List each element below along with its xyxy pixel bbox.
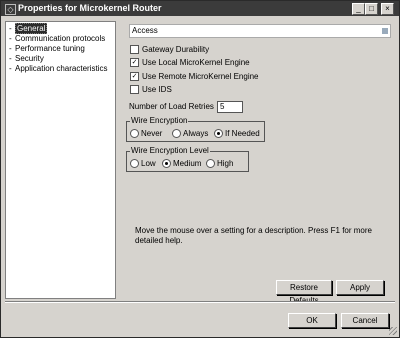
tree-item-security[interactable]: - Security (9, 54, 44, 63)
tree-item-application-characteristics[interactable]: - Application characteristics (9, 64, 107, 73)
radio-circle[interactable] (130, 159, 139, 169)
wire-encryption-never-radio[interactable]: Never (130, 129, 162, 139)
wire-encryption-group: Wire Encryption Never Always If Needed (126, 116, 265, 142)
radio-circle[interactable] (214, 129, 223, 139)
wire-encryption-always-radio[interactable]: Always (172, 129, 208, 139)
radio-circle[interactable] (206, 159, 215, 169)
radio-circle[interactable] (162, 159, 171, 169)
footer-separator (5, 301, 395, 303)
title-bar: ◇ Properties for Microkernel Router _ □ … (1, 1, 399, 16)
tree-item-general[interactable]: - General (9, 23, 48, 34)
cancel-button[interactable]: Cancel (341, 313, 389, 328)
wire-encryption-if-needed-radio[interactable]: If Needed (214, 129, 260, 139)
close-button[interactable]: × (381, 3, 394, 15)
tree-item-performance-tuning[interactable]: - Performance tuning (9, 44, 85, 53)
encryption-level-legend: Wire Encryption Level (130, 146, 210, 155)
section-header: Access (129, 24, 391, 38)
app-icon: ◇ (5, 4, 16, 15)
checkbox-box[interactable]: ✓ (130, 58, 139, 68)
settings-tree: - General - Communication protocols - Perfo… (5, 21, 116, 299)
tree-item-communication-protocols[interactable]: - Communication protocols (9, 34, 105, 43)
encryption-level-high-radio[interactable]: High (206, 159, 233, 169)
load-retries-label: Number of Load Retries (129, 102, 214, 112)
gateway-durability-checkbox[interactable]: Gateway Durability (130, 45, 209, 55)
apply-button[interactable]: Apply (336, 280, 384, 295)
load-retries-input[interactable]: 5 (216, 101, 243, 113)
minimize-button[interactable]: _ (352, 3, 365, 15)
use-remote-engine-checkbox[interactable]: ✓ Use Remote MicroKernel Engine (130, 72, 259, 82)
radio-circle[interactable] (130, 129, 139, 139)
maximize-button[interactable]: □ (365, 3, 378, 15)
section-title: Access (132, 26, 158, 35)
checkbox-box[interactable]: ✓ (130, 72, 139, 82)
ok-button[interactable]: OK (288, 313, 336, 328)
restore-defaults-button[interactable]: Restore Defaults (276, 280, 332, 305)
properties-dialog: ◇ Properties for Microkernel Router _ □ … (0, 0, 400, 338)
window-title: Properties for Microkernel Router (18, 3, 162, 13)
use-local-engine-checkbox[interactable]: ✓ Use Local MicroKernel Engine (130, 58, 250, 68)
checkbox-box[interactable] (130, 85, 139, 95)
resize-grip-icon[interactable] (389, 327, 397, 335)
encryption-level-group: Wire Encryption Level Low Medium High (126, 146, 249, 172)
help-description: Move the mouse over a setting for a desc… (135, 226, 372, 245)
wire-encryption-legend: Wire Encryption (130, 116, 189, 125)
encryption-level-low-radio[interactable]: Low (130, 159, 156, 169)
load-retries-row: Number of Load Retries 5 (129, 101, 243, 113)
encryption-level-medium-radio[interactable]: Medium (162, 159, 201, 169)
radio-circle[interactable] (172, 129, 181, 139)
use-ids-checkbox[interactable]: Use IDS (130, 85, 172, 95)
settings-panel: Access Gateway Durability ✓ Use Local Mic… (120, 21, 395, 305)
section-icon (382, 28, 388, 34)
checkbox-box[interactable] (130, 45, 139, 55)
